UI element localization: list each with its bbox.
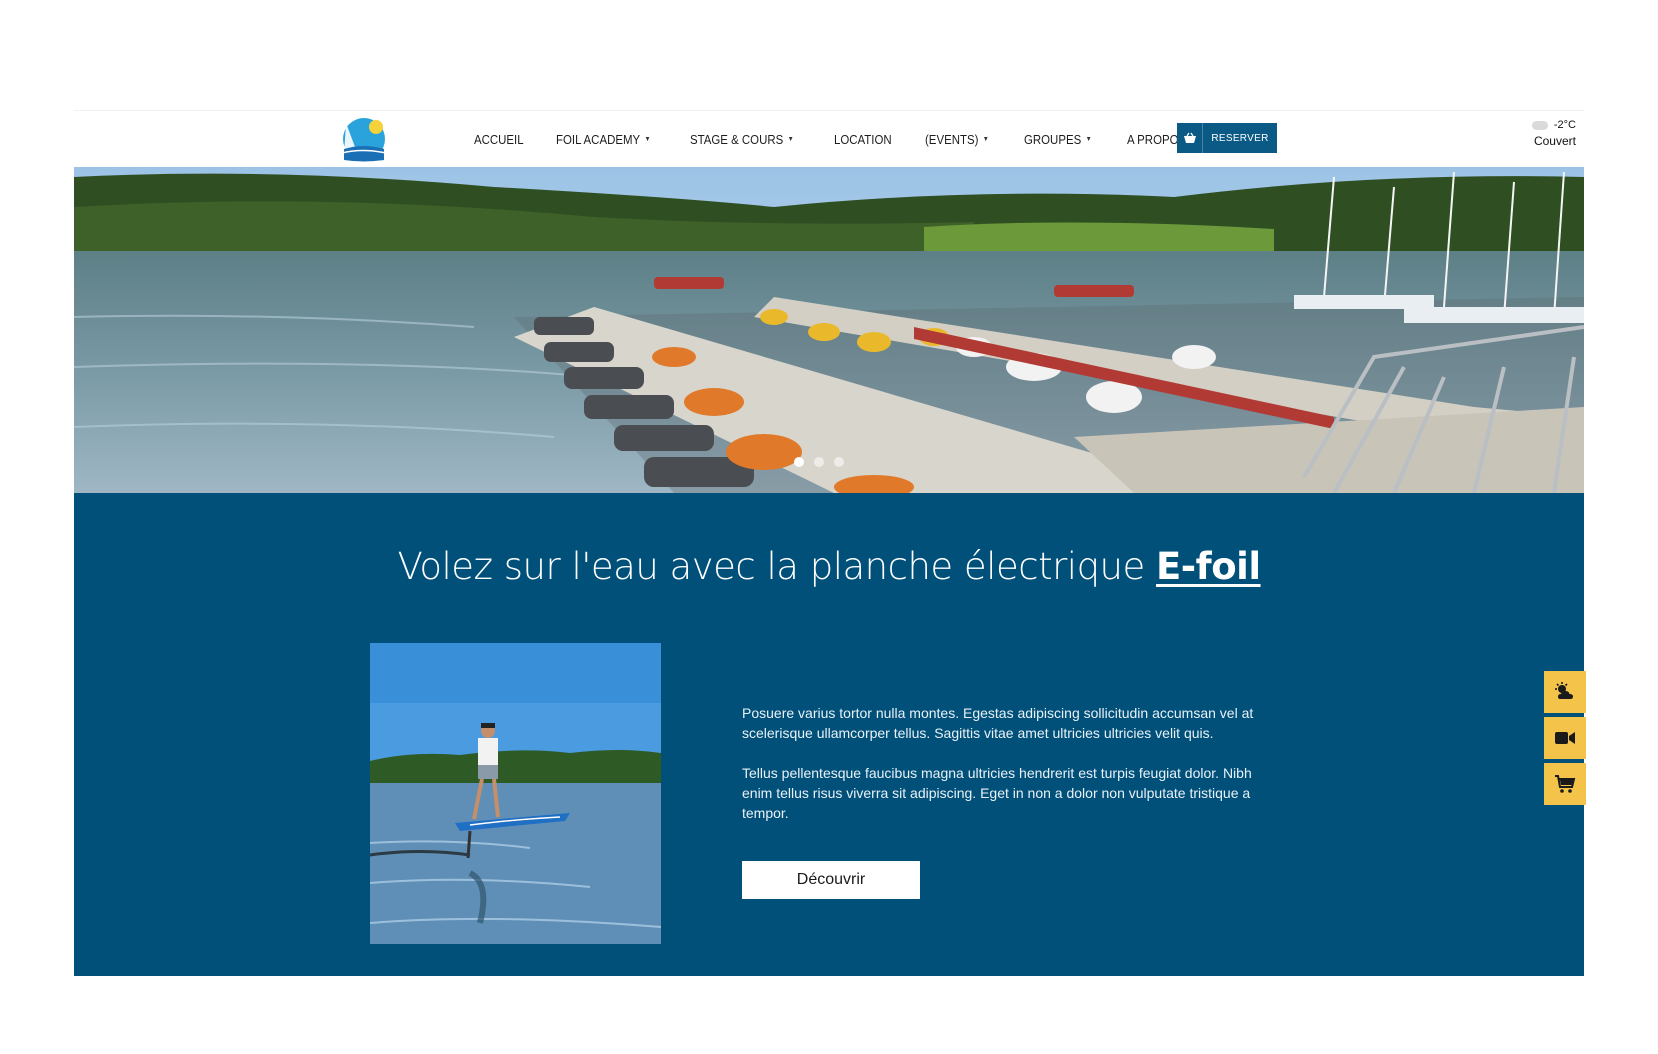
shopping-cart-icon (1555, 775, 1576, 793)
slider-dot-2[interactable] (814, 457, 824, 467)
nav-label: FOIL ACADEMY (556, 132, 641, 147)
section-headline: Volez sur l'eau avec la planche électriq… (74, 545, 1584, 588)
slider-dots (794, 457, 844, 467)
efoil-link[interactable]: E-foil (1156, 545, 1261, 588)
slider-dot-1[interactable] (794, 457, 804, 467)
weather-widget-button[interactable] (1544, 671, 1586, 713)
nav-foil-academy[interactable]: FOIL ACADEMY ▼ (556, 132, 651, 147)
caret-down-icon: ▼ (644, 136, 652, 143)
slider-dot-3[interactable] (834, 457, 844, 467)
nav-events[interactable]: (EVENTS) ▼ (925, 132, 989, 147)
caret-down-icon: ▼ (1085, 136, 1092, 143)
section-text: Posuere varius tortor nulla montes. Eges… (742, 703, 1272, 843)
side-widgets (1544, 671, 1586, 809)
nav-label: ACCUEIL (474, 132, 524, 147)
weather-temperature: -2°C (1553, 119, 1576, 131)
nav-location[interactable]: LOCATION (834, 132, 892, 147)
cloud-icon (1531, 120, 1548, 130)
discover-button[interactable]: Découvrir (742, 861, 920, 899)
paragraph-2: Tellus pellentesque faucibus magna ultri… (742, 765, 1252, 821)
caret-down-icon: ▼ (983, 136, 990, 143)
reserve-label: RESERVER (1211, 132, 1269, 144)
main-nav: ACCUEIL FOIL ACADEMY ▼ STAGE & COURS ▼ LOC… (474, 111, 1232, 168)
weather-sun-cloud-icon (1555, 682, 1573, 699)
hero-image (74, 167, 1584, 493)
headline-text: Volez sur l'eau avec la planche électriq… (397, 545, 1145, 588)
caret-down-icon: ▼ (787, 136, 794, 143)
efoil-photo (370, 643, 661, 944)
weather-condition: Couvert (1533, 134, 1576, 148)
page: ACCUEIL FOIL ACADEMY ▼ STAGE & COURS ▼ LOC… (74, 110, 1584, 976)
nav-accueil[interactable]: ACCUEIL (474, 132, 524, 147)
nav-label: GROUPES (1023, 132, 1082, 147)
nav-label: STAGE & COURS (689, 132, 784, 147)
nav-label: LOCATION (833, 132, 892, 147)
video-widget-button[interactable] (1544, 717, 1586, 759)
nav-label: (EVENTS) (925, 132, 979, 147)
reserve-button[interactable]: RESERVER (1177, 123, 1277, 153)
cart-widget-button[interactable] (1544, 763, 1586, 805)
efoil-section: Volez sur l'eau avec la planche électriq… (74, 493, 1584, 976)
site-header: ACCUEIL FOIL ACADEMY ▼ STAGE & COURS ▼ LOC… (74, 110, 1584, 167)
paragraph-1: Posuere varius tortor nulla montes. Eges… (742, 705, 1254, 741)
nav-groupes[interactable]: GROUPES ▼ (1024, 132, 1092, 147)
hero-slider (74, 167, 1584, 493)
video-camera-icon (1555, 732, 1575, 744)
logo-graphic (341, 118, 387, 162)
basket-icon (1177, 123, 1203, 153)
nav-stage-cours[interactable]: STAGE & COURS ▼ (690, 132, 794, 147)
weather-widget: -2°C Couvert (1486, 119, 1576, 159)
site-logo[interactable] (336, 115, 410, 163)
